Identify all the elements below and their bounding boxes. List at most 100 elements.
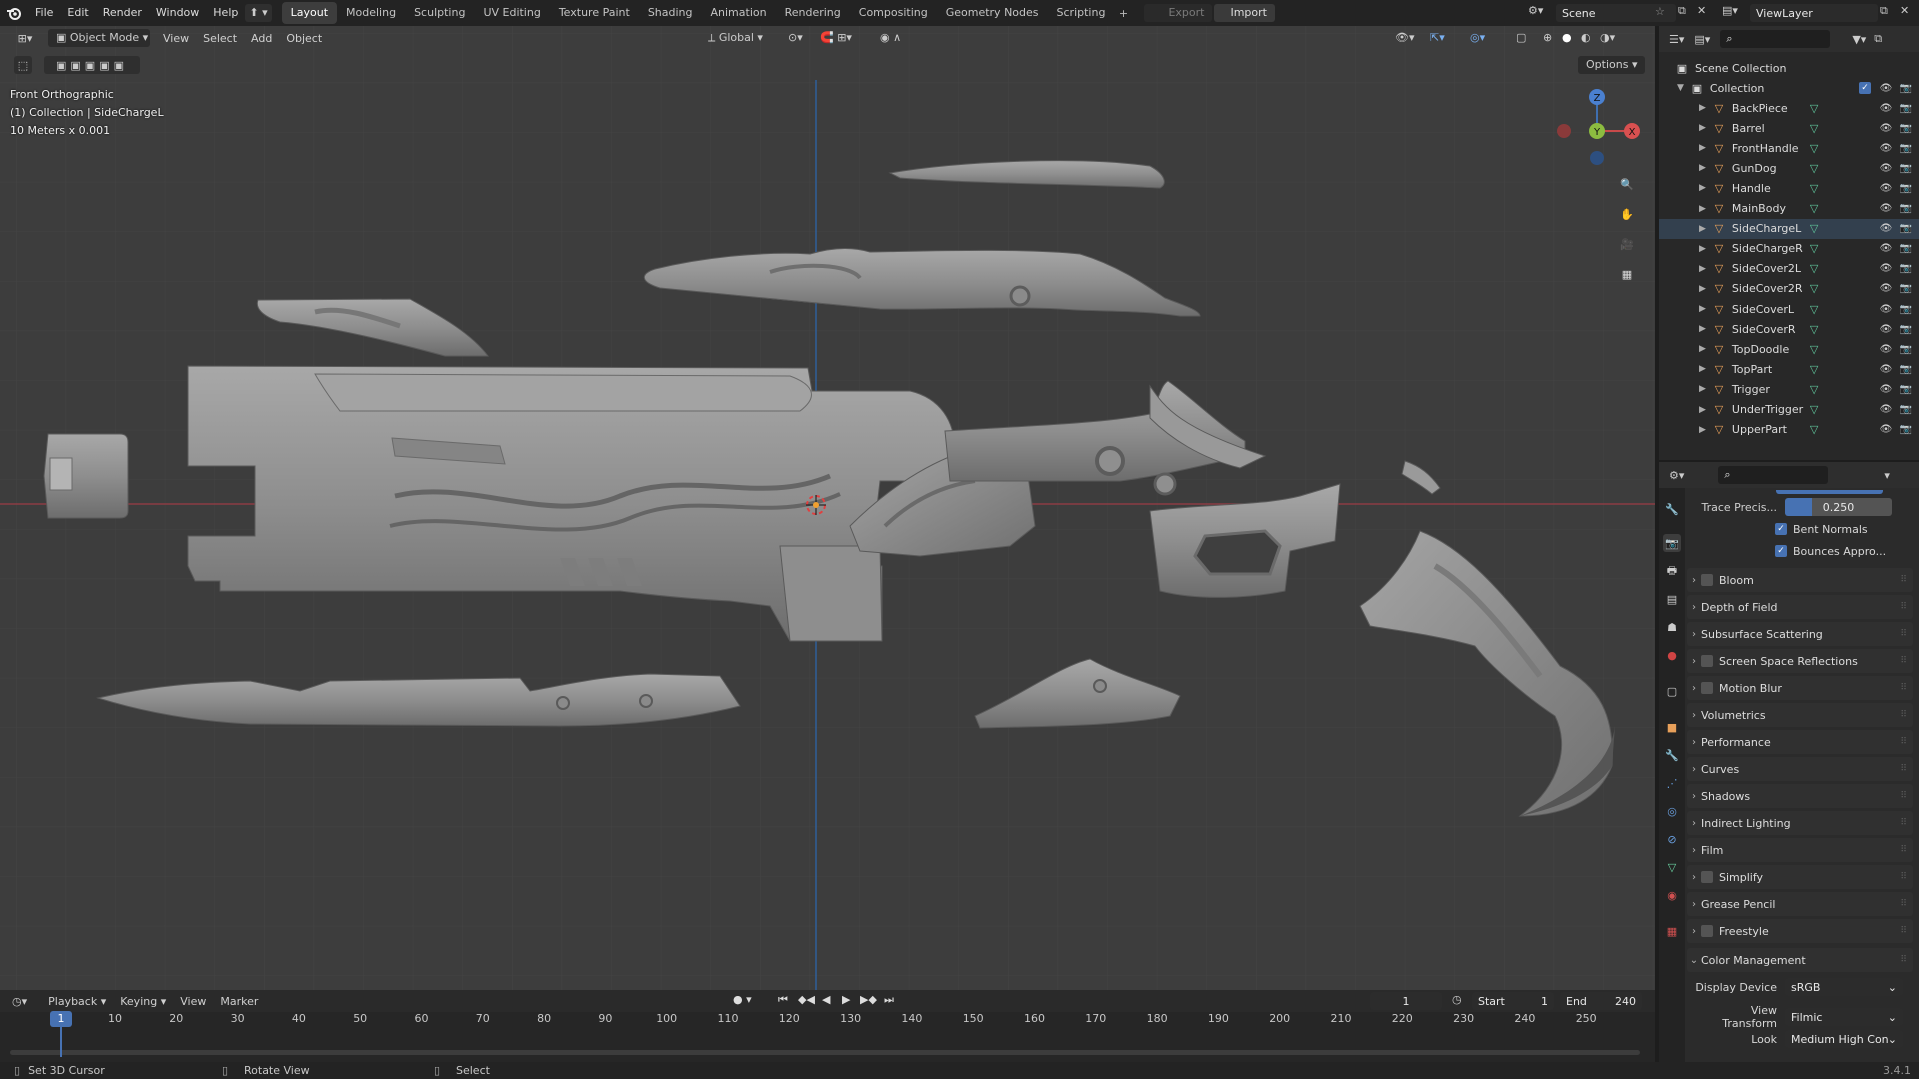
outliner-item[interactable]: ▶ ▽ SideCoverL ▽ 👁 📷 <box>1659 299 1919 319</box>
eye-icon[interactable]: 👁 <box>1879 222 1893 236</box>
mesh-data-icon[interactable]: ▽ <box>1810 162 1818 175</box>
eye-icon[interactable]: 👁 <box>1879 101 1893 115</box>
wireframe-shading-icon[interactable]: ⊕ <box>1543 31 1552 44</box>
drag-handle-icon[interactable]: ⠿ <box>1900 955 1907 965</box>
eye-icon[interactable]: 👁 <box>1879 382 1893 396</box>
drag-handle-icon[interactable]: ⠿ <box>1900 683 1907 693</box>
play-icon[interactable]: ▶ <box>842 993 850 1006</box>
expand-arrow-icon[interactable]: ▶ <box>1699 284 1706 294</box>
tab-geometry-nodes[interactable]: Geometry Nodes <box>937 2 1048 24</box>
eye-icon[interactable]: 👁 <box>1879 282 1893 296</box>
outliner-item[interactable]: ▶ ▽ SideCoverR ▽ 👁 📷 <box>1659 319 1919 339</box>
camera-icon[interactable]: 📷 <box>1899 141 1913 155</box>
eye-icon[interactable]: 👁 <box>1879 242 1893 256</box>
physics-tab-icon[interactable]: ◎ <box>1663 802 1681 820</box>
view-transform-select[interactable]: Filmic ⌄ <box>1785 1008 1903 1026</box>
outliner-item[interactable]: ▶ ▽ Barrel ▽ 👁 📷 <box>1659 118 1919 138</box>
eye-icon[interactable]: 👁 <box>1879 322 1893 336</box>
menu-help[interactable]: Help <box>206 0 245 26</box>
menu-file[interactable]: File <box>28 0 60 26</box>
new-scene-icon[interactable]: ⧉ <box>1678 4 1686 18</box>
tab-modeling[interactable]: Modeling <box>337 2 405 24</box>
workspace-dropdown[interactable]: ⬆ ▾ <box>245 4 272 22</box>
eye-icon[interactable]: 👁 <box>1879 181 1893 195</box>
expand-arrow-icon[interactable]: ▶ <box>1699 204 1706 214</box>
panel-checkbox[interactable] <box>1701 682 1713 694</box>
eye-icon[interactable]: 👁 <box>1879 161 1893 175</box>
expand-arrow-icon[interactable]: ▶ <box>1699 364 1706 374</box>
output-tab-icon[interactable]: 🖶 <box>1663 562 1681 580</box>
outliner-item[interactable]: ▶ ▽ SideChargeR ▽ 👁 📷 <box>1659 239 1919 259</box>
drag-handle-icon[interactable]: ⠿ <box>1900 926 1907 936</box>
export-button[interactable]: Export <box>1144 4 1213 22</box>
camera-view-icon[interactable]: 🎥 <box>1617 234 1637 254</box>
panel-checkbox[interactable] <box>1701 871 1713 883</box>
render-panel[interactable]: › Motion Blur ⠿ <box>1687 676 1913 700</box>
drag-handle-icon[interactable]: ⠿ <box>1900 791 1907 801</box>
mesh-data-icon[interactable]: ▽ <box>1810 383 1818 396</box>
jump-keyframe-forward-icon[interactable]: ▶◆ <box>860 993 877 1006</box>
expand-arrow-icon[interactable]: ▶ <box>1699 103 1706 113</box>
data-tab-icon[interactable]: ▽ <box>1663 858 1681 876</box>
timeline-editor-icon[interactable]: ◷▾ <box>12 995 27 1008</box>
bent-normals-checkbox[interactable]: ✓ <box>1775 523 1787 535</box>
drag-handle-icon[interactable]: ⠿ <box>1900 656 1907 666</box>
view-layer-icon[interactable]: ▤▾ <box>1722 4 1738 17</box>
view-layer-tab-icon[interactable]: ▤ <box>1663 590 1681 608</box>
menu-timeline-view[interactable]: View <box>173 995 213 1008</box>
drag-handle-icon[interactable]: ⠿ <box>1900 602 1907 612</box>
menu-keying[interactable]: Keying ▾ <box>113 995 173 1008</box>
3d-viewport[interactable]: ⊞▾ ▣ Object Mode ▾ View Select Add Objec… <box>0 26 1655 990</box>
render-panel[interactable]: › Indirect Lighting ⠿ <box>1687 811 1913 835</box>
outliner-item[interactable]: ▶ ▽ SideCover2R ▽ 👁 📷 <box>1659 279 1919 299</box>
properties-search-input[interactable]: ⌕ <box>1718 466 1829 484</box>
tab-scripting[interactable]: Scripting <box>1048 2 1115 24</box>
collection-eye-icon[interactable]: 👁 <box>1879 81 1893 95</box>
expand-arrow-icon[interactable]: ▶ <box>1699 405 1706 415</box>
new-view-layer-icon[interactable]: ⧉ <box>1880 4 1888 18</box>
navigation-gizmo[interactable]: Z X Y <box>1552 86 1642 176</box>
render-panel[interactable]: › Depth of Field ⠿ <box>1687 595 1913 619</box>
expand-arrow-icon[interactable]: ▶ <box>1699 264 1706 274</box>
outliner-item[interactable]: ▶ ▽ MainBody ▽ 👁 📷 <box>1659 199 1919 219</box>
mesh-data-icon[interactable]: ▽ <box>1810 202 1818 215</box>
outliner-editor-icon[interactable]: ☰▾ <box>1669 33 1684 46</box>
panel-checkbox[interactable] <box>1701 655 1713 667</box>
menu-window[interactable]: Window <box>149 0 206 26</box>
current-frame-field[interactable]: 1 <box>1370 992 1442 1010</box>
properties-editor-icon[interactable]: ⚙▾ <box>1669 469 1684 482</box>
texture-tab-icon[interactable]: ▦ <box>1663 922 1681 940</box>
mesh-data-icon[interactable]: ▽ <box>1810 262 1818 275</box>
3d-cursor[interactable] <box>806 495 826 515</box>
outliner-item[interactable]: ▶ ▽ Handle ▽ 👁 📷 <box>1659 178 1919 198</box>
material-tab-icon[interactable]: ◉ <box>1663 886 1681 904</box>
collection-checkbox[interactable]: ✓ <box>1859 82 1871 94</box>
mesh-data-icon[interactable]: ▽ <box>1810 222 1818 235</box>
mesh-data-icon[interactable]: ▽ <box>1810 363 1818 376</box>
jump-end-icon[interactable]: ⏭ <box>884 993 894 1007</box>
drag-handle-icon[interactable]: ⠿ <box>1900 872 1907 882</box>
object-tab-icon[interactable]: ■ <box>1663 718 1681 736</box>
tab-shading[interactable]: Shading <box>639 2 702 24</box>
filter-icon[interactable]: ▼▾ <box>1852 33 1866 46</box>
drag-handle-icon[interactable]: ⠿ <box>1900 737 1907 747</box>
drag-handle-icon[interactable]: ⠿ <box>1900 710 1907 720</box>
rendered-shading-icon[interactable]: ◑▾ <box>1600 31 1615 44</box>
render-panel[interactable]: › Simplify ⠿ <box>1687 865 1913 889</box>
ortho-toggle-icon[interactable]: ▦ <box>1617 264 1637 284</box>
menu-edit[interactable]: Edit <box>60 0 95 26</box>
expand-arrow-icon[interactable]: ▶ <box>1699 163 1706 173</box>
modifier-tab-icon[interactable]: 🔧 <box>1663 746 1681 764</box>
mesh-data-icon[interactable]: ▽ <box>1810 343 1818 356</box>
expand-arrow-icon[interactable]: ▶ <box>1699 425 1706 435</box>
gizmo-toggle-icon[interactable]: ⇱▾ <box>1430 31 1445 44</box>
camera-icon[interactable]: 📷 <box>1899 242 1913 256</box>
outliner-item[interactable]: ▶ ▽ GunDog ▽ 👁 📷 <box>1659 158 1919 178</box>
start-frame-field[interactable]: Start 1 <box>1472 992 1554 1010</box>
render-panel[interactable]: › Freestyle ⠿ <box>1687 919 1913 943</box>
expand-arrow-icon[interactable]: ▶ <box>1699 224 1706 234</box>
playhead[interactable]: 1 <box>50 1011 72 1027</box>
eye-icon[interactable]: 👁 <box>1879 121 1893 135</box>
menu-object[interactable]: Object <box>279 32 329 45</box>
zoom-icon[interactable]: 🔍 <box>1617 174 1637 194</box>
